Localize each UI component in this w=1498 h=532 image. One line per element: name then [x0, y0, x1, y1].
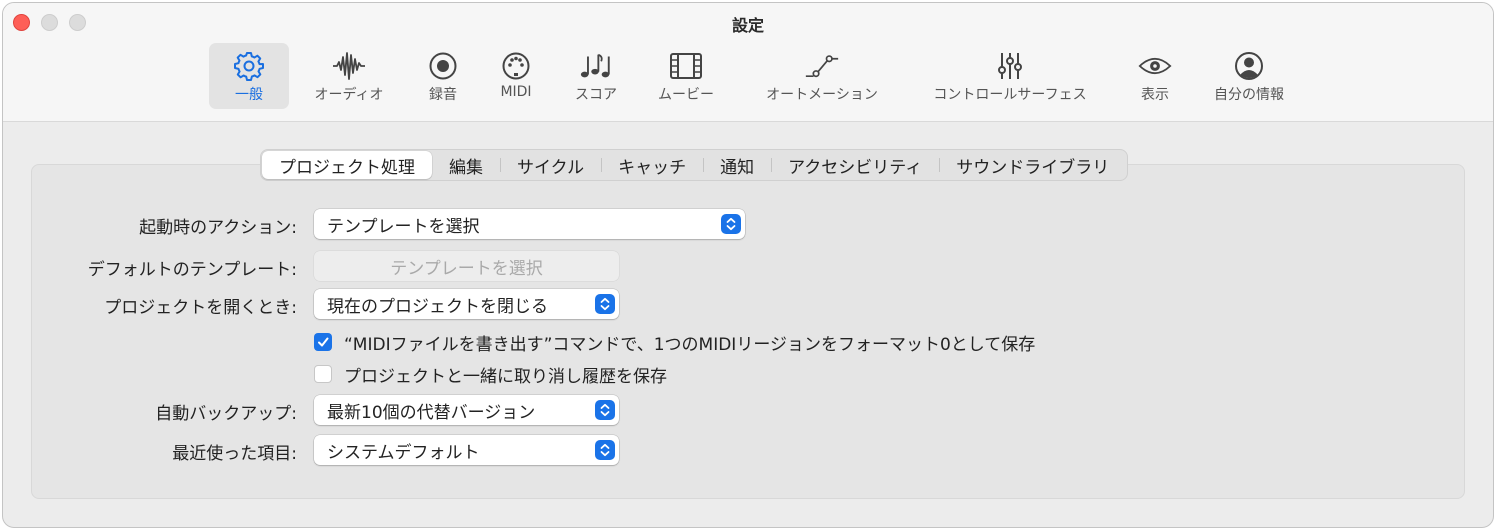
tab-editing[interactable]: 編集	[432, 151, 500, 179]
recent-items-popup[interactable]: システムデフォルト	[314, 435, 619, 465]
toolbar-label: ムービー	[658, 87, 714, 103]
startup-action-label: 起動時のアクション:	[139, 218, 297, 238]
popup-value: テンプレートを選択	[327, 216, 480, 237]
tab-notifications[interactable]: 通知	[703, 151, 771, 179]
recent-items-label: 最近使った項目:	[172, 444, 297, 464]
toolbar-label: 自分の情報	[1214, 87, 1284, 103]
popup-value: 最新10個の代替バージョン	[327, 402, 536, 423]
sliders-icon	[993, 51, 1027, 81]
midi-connector-icon	[499, 51, 533, 81]
toolbar-label: オーディオ	[314, 87, 384, 103]
toolbar-control-surfaces[interactable]: コントロールサーフェス	[915, 43, 1105, 109]
startup-action-popup[interactable]: テンプレートを選択	[314, 209, 745, 239]
person-circle-icon	[1232, 51, 1266, 81]
chevron-up-down-icon	[595, 294, 615, 314]
toolbar-label: オートメーション	[766, 87, 878, 103]
gear-icon	[232, 51, 266, 81]
chevron-up-down-icon	[721, 214, 741, 234]
toolbar-general[interactable]: 一般	[209, 43, 289, 109]
waveform-icon	[332, 51, 366, 81]
choose-template-button[interactable]: テンプレートを選択	[314, 251, 619, 281]
chevron-up-down-icon	[595, 440, 615, 460]
toolbar-my-info[interactable]: 自分の情報	[1199, 43, 1299, 109]
title-bar: 設定 一般 オーディオ 録音 MIDI スコア ムービー オートメーション コン…	[3, 3, 1493, 122]
toolbar-audio[interactable]: オーディオ	[303, 43, 395, 109]
tab-accessibility[interactable]: アクセシビリティ	[771, 151, 939, 179]
auto-backup-popup[interactable]: 最新10個の代替バージョン	[314, 395, 619, 425]
automation-curve-icon	[805, 51, 839, 81]
chevron-up-down-icon	[595, 400, 615, 420]
tab-project-handling[interactable]: プロジェクト処理	[262, 151, 432, 179]
midi-export-label: “MIDIファイルを書き出す”コマンドで、1つのMIDIリージョンをフォーマット…	[344, 334, 1036, 355]
toolbar-label: 表示	[1141, 87, 1169, 103]
tab-catch[interactable]: キャッチ	[601, 151, 703, 179]
tab-sound-library[interactable]: サウンドライブラリ	[939, 151, 1126, 179]
window-title: 設定	[731, 16, 764, 35]
save-undo-label: プロジェクトと一緒に取り消し履歴を保存	[344, 366, 667, 387]
toolbar-movie[interactable]: ムービー	[645, 43, 727, 109]
tab-bar: プロジェクト処理 編集 サイクル キャッチ 通知 アクセシビリティ サウンドライ…	[260, 149, 1129, 181]
toolbar-display[interactable]: 表示	[1125, 43, 1185, 109]
open-project-popup[interactable]: 現在のプロジェクトを閉じる	[314, 289, 619, 319]
film-icon	[669, 51, 703, 81]
toolbar-label: スコア	[575, 87, 617, 103]
toolbar-label: 一般	[235, 87, 263, 103]
record-icon	[426, 51, 460, 81]
save-undo-checkbox-row[interactable]: プロジェクトと一緒に取り消し履歴を保存	[314, 363, 667, 387]
popup-value: 現在のプロジェクトを閉じる	[327, 296, 548, 317]
toolbar-score[interactable]: スコア	[559, 43, 633, 109]
auto-backup-label: 自動バックアップ:	[155, 404, 297, 424]
toolbar-record[interactable]: 録音	[411, 43, 475, 109]
save-undo-checkbox[interactable]	[314, 365, 332, 383]
preferences-window: 設定 一般 オーディオ 録音 MIDI スコア ムービー オートメーション コン…	[2, 2, 1494, 528]
music-notes-icon	[579, 51, 613, 81]
default-template-label: デフォルトのテンプレート:	[87, 260, 297, 280]
toolbar-label: コントロールサーフェス	[933, 87, 1087, 103]
tab-cycle[interactable]: サイクル	[500, 151, 601, 179]
open-project-label: プロジェクトを開くとき:	[104, 298, 297, 318]
toolbar-label: 録音	[429, 87, 457, 103]
midi-export-checkbox[interactable]	[314, 333, 332, 351]
toolbar-automation[interactable]: オートメーション	[749, 43, 895, 109]
toolbar-midi[interactable]: MIDI	[485, 43, 547, 109]
popup-value: システムデフォルト	[327, 442, 480, 463]
midi-export-checkbox-row[interactable]: “MIDIファイルを書き出す”コマンドで、1つのMIDIリージョンをフォーマット…	[314, 331, 1036, 355]
eye-icon	[1138, 51, 1172, 81]
toolbar-label: MIDI	[500, 84, 532, 100]
